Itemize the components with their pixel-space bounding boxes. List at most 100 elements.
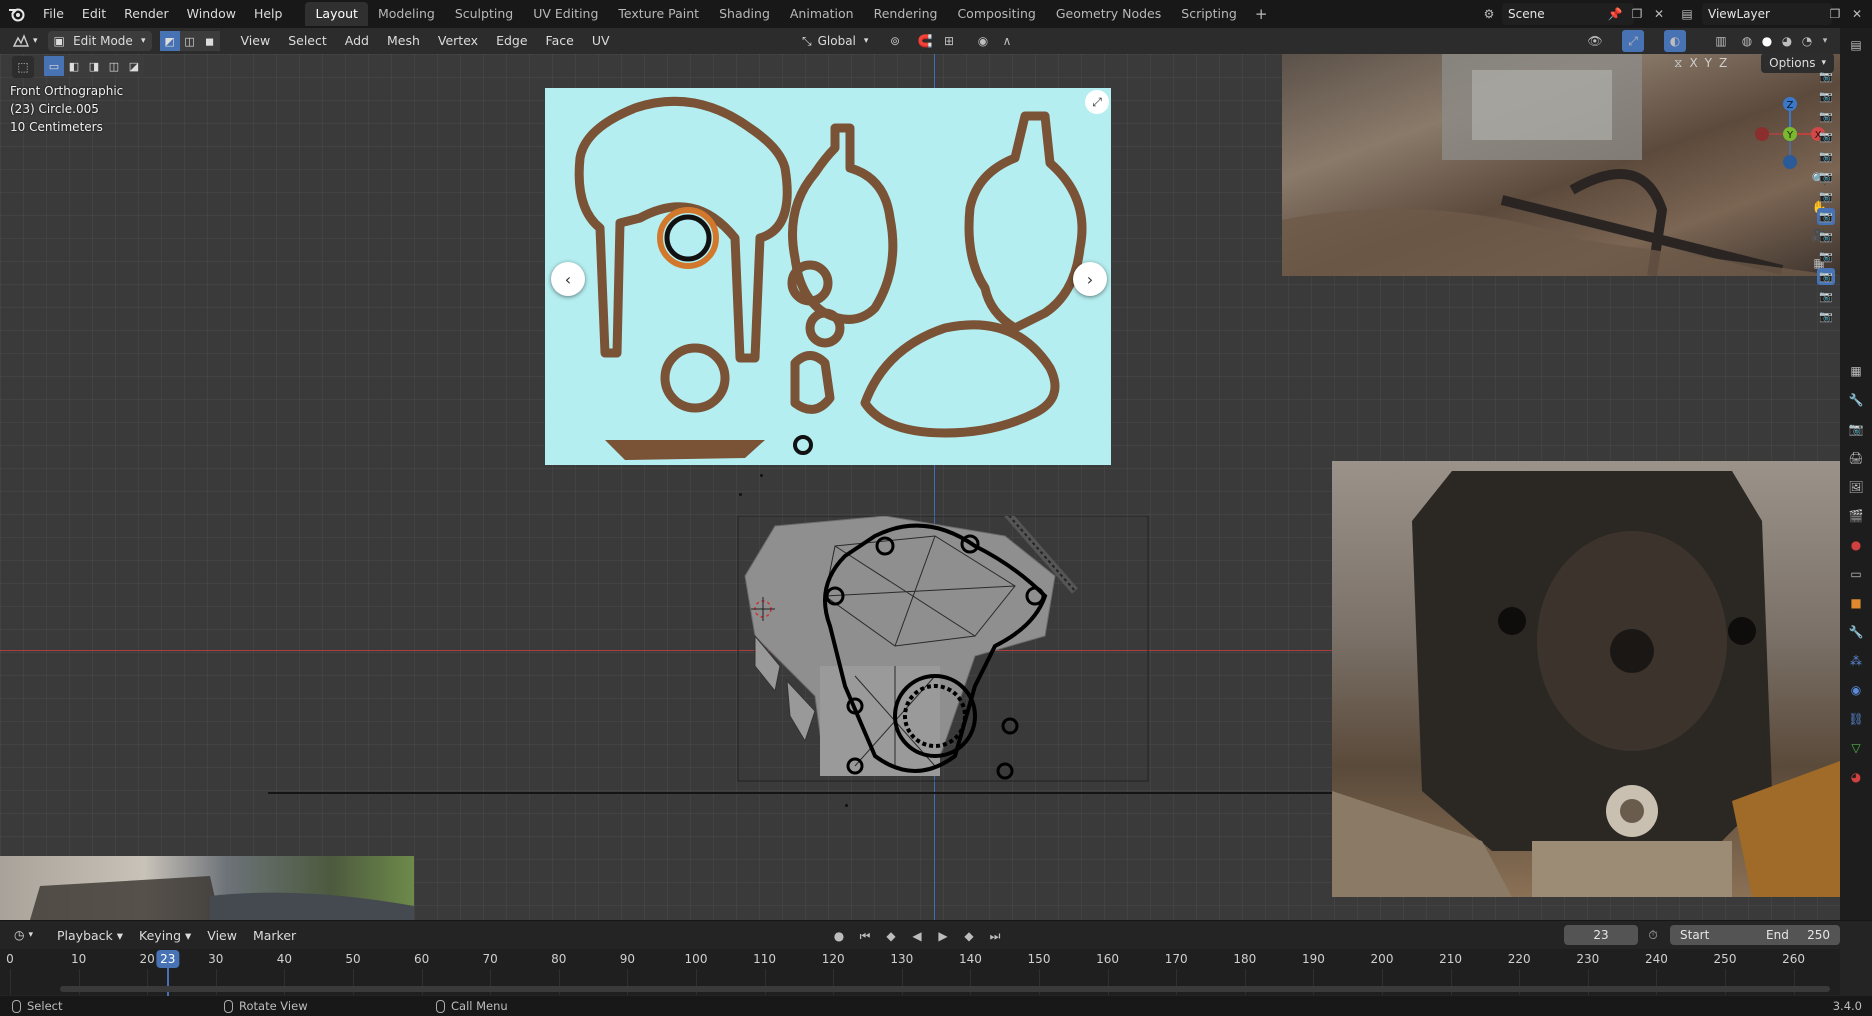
edge-select-icon[interactable]: ◫ [179,31,200,51]
material-tab-icon[interactable]: ◕ [1845,766,1867,788]
end-frame-field[interactable]: End 250 [1756,925,1840,945]
axis-z-toggle[interactable]: Z [1719,56,1727,70]
camera-icon[interactable]: 📷 [1817,268,1835,285]
prev-keyframe-icon[interactable]: ◆ [880,925,902,947]
face-select-icon[interactable]: ◼ [199,31,220,51]
outliner-toggle-icon[interactable]: ▤ [1845,34,1867,56]
menu-timeline-view[interactable]: View [199,928,245,943]
tab-modeling[interactable]: Modeling [368,2,445,26]
tab-rendering[interactable]: Rendering [864,2,948,26]
menu-edge[interactable]: Edge [487,28,536,54]
axis-y-toggle[interactable]: Y [1705,56,1712,70]
scene-tab-icon[interactable]: 🎬 [1845,505,1867,527]
select-subtract-icon[interactable]: ◨ [84,56,104,76]
select-new-icon[interactable]: ▭ [44,56,64,76]
transform-orientation-dropdown[interactable]: ⤡ Global ▾ [796,31,874,51]
render-tab-icon[interactable]: 📷 [1845,418,1867,440]
new-scene-icon[interactable]: ❐ [1626,3,1648,25]
camera-icon[interactable]: 📷 [1817,148,1835,165]
tab-uv-editing[interactable]: UV Editing [523,2,608,26]
new-view-layer-icon[interactable]: ❐ [1824,3,1846,25]
edit-mesh[interactable] [735,516,1155,806]
data-tab-icon[interactable]: ▽ [1845,737,1867,759]
object-tab-icon[interactable]: ■ [1845,592,1867,614]
camera-icon[interactable]: 📷 [1817,248,1835,265]
menu-marker[interactable]: Marker [245,928,304,943]
axis-x-toggle[interactable]: X [1689,56,1697,70]
menu-help[interactable]: Help [245,0,292,28]
scene-browse-icon[interactable]: ⚙ [1478,3,1500,25]
tab-scripting[interactable]: Scripting [1171,2,1247,26]
mirror-toggle-icon[interactable]: ⧖ [1674,56,1682,71]
menu-vertex[interactable]: Vertex [429,28,487,54]
jump-end-icon[interactable]: ⏭ [984,925,1006,947]
particles-tab-icon[interactable]: ⁂ [1845,650,1867,672]
camera-icon[interactable]: 📷 [1817,188,1835,205]
record-icon[interactable]: ● [828,925,850,947]
camera-icon[interactable]: 📷 [1817,168,1835,185]
menu-uv[interactable]: UV [583,28,619,54]
camera-icon[interactable]: 📷 [1817,88,1835,105]
camera-icon[interactable]: 📷 [1817,68,1835,85]
constraints-tab-icon[interactable]: ⛓ [1845,708,1867,730]
menu-face[interactable]: Face [537,28,583,54]
camera-icon[interactable]: 📷 [1817,208,1835,225]
tab-sculpting[interactable]: Sculpting [445,2,523,26]
select-tool-icon[interactable]: ⬚ [12,56,34,78]
menu-mesh[interactable]: Mesh [378,28,429,54]
snap-target-icon[interactable]: ⊞ [938,30,960,52]
pin-icon[interactable]: 📌 [1604,3,1626,25]
falloff-icon[interactable]: ∧ [996,30,1018,52]
menu-file[interactable]: File [34,0,73,28]
tab-texture-paint[interactable]: Texture Paint [608,2,709,26]
current-frame-field[interactable]: 23 [1564,925,1638,945]
camera-icon[interactable]: 📷 [1817,228,1835,245]
menu-add[interactable]: Add [336,28,378,54]
add-workspace-icon[interactable]: + [1247,5,1276,23]
play-reverse-icon[interactable]: ◀ [906,925,928,947]
menu-keying[interactable]: Keying ▾ [131,928,199,943]
jump-start-icon[interactable]: ⏮ [854,925,876,947]
world-tab-icon[interactable]: ● [1845,534,1867,556]
collection-tab-icon[interactable]: ▭ [1845,563,1867,585]
physics-tab-icon[interactable]: ◉ [1845,679,1867,701]
expand-icon[interactable]: ⤢ [1085,90,1109,114]
tab-animation[interactable]: Animation [780,2,864,26]
gasket-reference-image[interactable]: ‹ › ⤢ [545,88,1111,465]
menu-select[interactable]: Select [279,28,336,54]
select-extend-icon[interactable]: ◧ [64,56,84,76]
menu-window[interactable]: Window [178,0,245,28]
camera-icon[interactable]: 📷 [1817,128,1835,145]
visibility-icon[interactable]: 👁 [1584,30,1606,52]
tab-geometry-nodes[interactable]: Geometry Nodes [1046,2,1171,26]
shading-options-icon[interactable]: ▾ [1814,30,1836,52]
mode-dropdown[interactable]: ▣ Edit Mode ▾ [47,31,152,51]
menu-playback[interactable]: Playback ▾ [49,928,131,943]
select-invert-icon[interactable]: ◫ [104,56,124,76]
snap-icon[interactable]: 🧲 [914,30,936,52]
select-intersect-icon[interactable]: ◪ [124,56,144,76]
blender-logo-icon[interactable] [0,0,34,28]
overlay-toggle-icon[interactable]: ◐ [1664,30,1686,52]
vertex-select-icon[interactable]: ◩ [159,31,180,51]
tool-tab-icon[interactable]: 🔧 [1845,389,1867,411]
delete-view-layer-icon[interactable]: ✕ [1846,3,1868,25]
wireframe-shading-icon[interactable]: ◍ [1736,30,1758,52]
timeline-editor-type-button[interactable]: ◷ ▾ [8,925,39,945]
camera-icon[interactable]: 📷 [1817,308,1835,325]
play-icon[interactable]: ▶ [932,925,954,947]
menu-edit[interactable]: Edit [73,0,115,28]
stopwatch-icon[interactable]: ⏱ [1642,924,1664,946]
tab-shading[interactable]: Shading [709,2,780,26]
next-image-button[interactable]: › [1073,262,1107,296]
timeline-scrollbar[interactable] [60,986,1830,992]
driveway-reference-image[interactable] [0,856,414,920]
editor-type-button[interactable]: ▾ [6,31,44,51]
tab-compositing[interactable]: Compositing [947,2,1045,26]
camera-icon[interactable]: 📷 [1817,288,1835,305]
view-layer-tab-icon[interactable]: 🖼 [1845,476,1867,498]
gizmo-toggle-icon[interactable]: ⤢ [1622,30,1644,52]
next-keyframe-icon[interactable]: ◆ [958,925,980,947]
view-layer-browse-icon[interactable]: ▤ [1676,3,1698,25]
camera-icon[interactable]: 📷 [1817,108,1835,125]
